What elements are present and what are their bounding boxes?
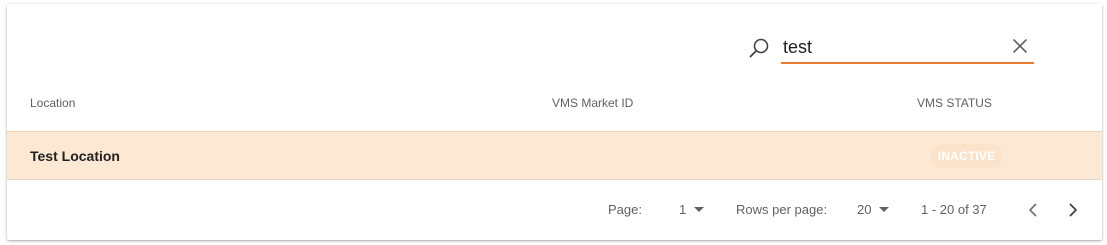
page-label: Page: [608,202,642,217]
rows-per-page-label: Rows per page: [736,202,828,217]
search-icon [749,38,769,58]
status-badge: INACTIVE [931,144,1002,168]
cell-location: Test Location [30,148,120,164]
chevron-right-icon[interactable] [1061,198,1085,222]
column-header-vms-status[interactable]: VMS STATUS [917,96,992,110]
rows-per-page-select[interactable]: 20 [857,202,893,218]
page-select-value: 1 [679,202,687,217]
table-row[interactable]: Test Location INACTIVE [7,131,1102,180]
close-icon[interactable] [1011,37,1029,55]
pagination-range: 1 - 20 of 37 [921,202,987,217]
search-input[interactable]: test [781,32,1034,64]
column-header-vms-market-id[interactable]: VMS Market ID [552,96,633,110]
column-header-location[interactable]: Location [30,96,75,110]
page-select[interactable]: 1 [679,202,709,218]
data-table-card: test Location VMS Market ID VMS STATUS T… [7,4,1102,240]
caret-down-icon [694,207,704,212]
chevron-left-icon[interactable] [1021,198,1045,222]
search-input-value[interactable]: test [783,36,812,58]
caret-down-icon [879,207,889,212]
rows-per-page-value: 20 [857,202,872,217]
